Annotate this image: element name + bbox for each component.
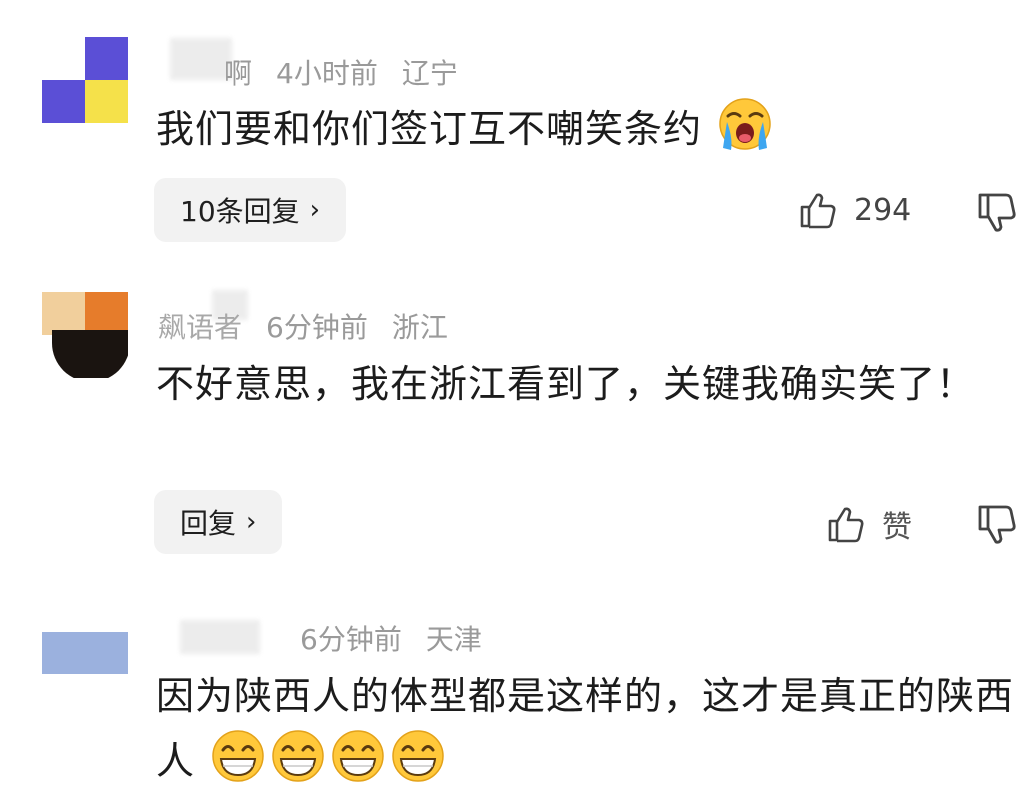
avatar[interactable] bbox=[42, 292, 128, 378]
timestamp: 6分钟前 bbox=[266, 311, 368, 344]
comment-text: 不好意思，我在浙江看到了，关键我确实笑了！ bbox=[156, 352, 986, 416]
like-count: 赞 bbox=[882, 510, 912, 545]
timestamp: 4小时前 bbox=[276, 57, 378, 90]
grinning-face-icon bbox=[392, 730, 444, 782]
comment-meta: 飙语者 6分钟前 浙江 bbox=[158, 306, 448, 346]
timestamp: 6分钟前 bbox=[300, 623, 402, 656]
comment-text: 我们要和你们签订互不嘲笑条约 bbox=[156, 96, 1026, 161]
chevron-right-icon: › bbox=[309, 195, 321, 225]
avatar-tile bbox=[42, 292, 85, 335]
reply-label: 10条回复 bbox=[180, 195, 300, 228]
like-count: 294 bbox=[854, 192, 912, 228]
comment-item: 飙语者 6分钟前 浙江 不好意思，我在浙江看到了，关键我确实笑了！ 回复 › 赞 bbox=[0, 260, 1030, 580]
thumbs-down-icon[interactable] bbox=[974, 502, 1020, 548]
like-button[interactable]: 赞 bbox=[826, 502, 912, 546]
thumbs-up-icon bbox=[828, 507, 864, 543]
like-button[interactable]: 294 bbox=[798, 190, 911, 230]
comment-item: 6分钟前 天津 因为陕西人的体型都是这样的，这才是真正的陕西人 bbox=[0, 580, 1030, 802]
avatar-tile bbox=[85, 80, 128, 123]
avatar-tile bbox=[42, 37, 85, 80]
loudly-crying-face-icon bbox=[719, 98, 771, 150]
location: 浙江 bbox=[391, 311, 448, 344]
grinning-face-icon bbox=[212, 730, 264, 782]
reply-label: 回复 bbox=[180, 507, 237, 540]
grinning-face-icon bbox=[332, 730, 384, 782]
username[interactable]: 飙语者 bbox=[158, 306, 242, 346]
avatar[interactable] bbox=[42, 37, 128, 123]
comment-body: 不好意思，我在浙江看到了，关键我确实笑了！ bbox=[156, 362, 976, 406]
avatar-tile bbox=[85, 37, 128, 80]
thumbs-down-icon[interactable] bbox=[974, 190, 1020, 236]
chevron-right-icon: › bbox=[246, 507, 257, 537]
avatar-tile bbox=[42, 80, 85, 123]
avatar-tile bbox=[85, 292, 128, 335]
view-replies-button[interactable]: 10条回复 › bbox=[154, 178, 347, 242]
comment-item: 啊 4小时前 辽宁 我们要和你们签订互不嘲笑条约 10条回复 › 294 bbox=[0, 0, 1030, 260]
comment-meta: 6分钟前 天津 bbox=[168, 618, 482, 658]
username[interactable]: 啊 bbox=[224, 52, 252, 92]
grinning-face-icon bbox=[272, 730, 324, 782]
comment-body: 我们要和你们签订互不嘲笑条约 bbox=[156, 107, 703, 151]
avatar-silhouette bbox=[52, 330, 128, 378]
avatar[interactable] bbox=[42, 632, 128, 688]
location: 天津 bbox=[425, 623, 482, 656]
comment-text: 因为陕西人的体型都是这样的，这才是真正的陕西人 bbox=[156, 664, 1026, 793]
comment-meta: 啊 4小时前 辽宁 bbox=[168, 52, 458, 92]
location: 辽宁 bbox=[401, 57, 458, 90]
thumbs-up-icon bbox=[800, 193, 836, 229]
avatar-tile bbox=[42, 632, 128, 674]
reply-button[interactable]: 回复 › bbox=[154, 490, 283, 554]
